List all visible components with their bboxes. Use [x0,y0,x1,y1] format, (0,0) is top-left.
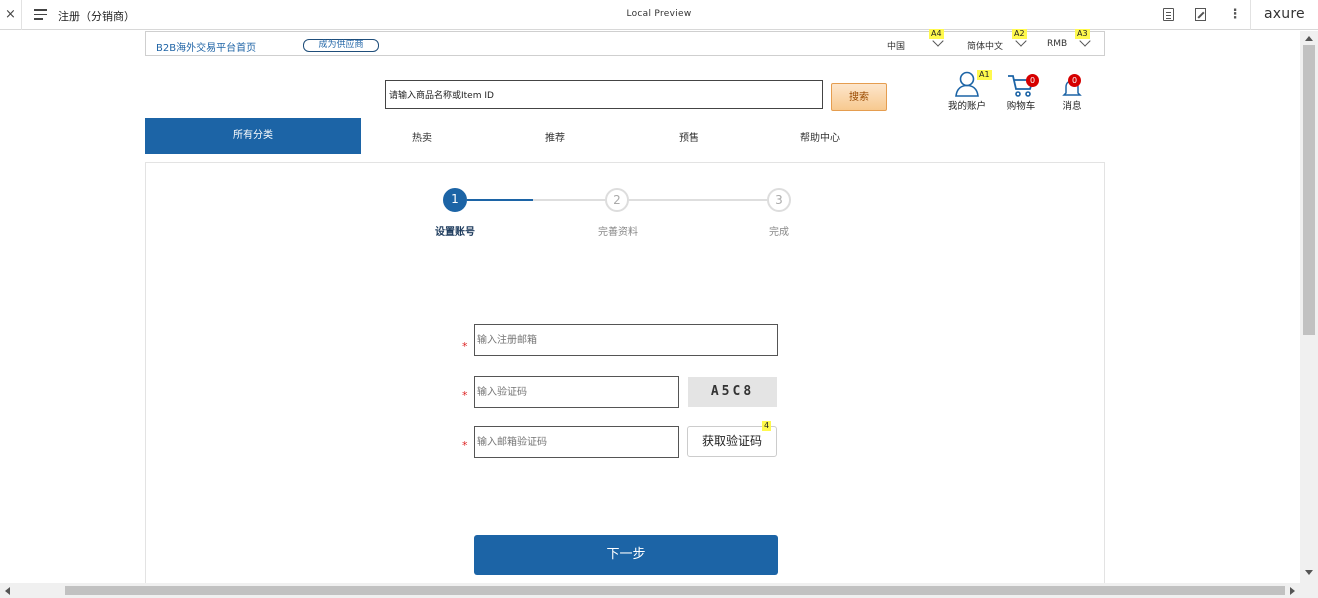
language-select-label[interactable]: 简体中文 [967,39,1003,52]
messages-label: 消息 [1062,101,1082,112]
step-2-label: 完善资料 [598,227,638,238]
message-count-badge: 0 [1068,74,1081,87]
cart-label: 购物车 [1006,101,1036,112]
progress-line-active [467,199,533,201]
more-options-icon[interactable]: ⋮ [1228,7,1242,22]
axure-logo: axure [1264,6,1305,22]
scroll-up-icon[interactable] [1305,36,1313,41]
step-1-circle: 1 [443,188,467,212]
search-input[interactable] [385,80,823,109]
annotation-marker: A3 [1075,29,1090,39]
annotation-marker: 4 [762,421,772,431]
required-mark: * [462,340,468,353]
scrollbar-thumb[interactable] [65,586,1285,595]
step-1-label: 设置账号 [435,227,475,238]
category-nav: 所有分类 热卖 推荐 预售 帮助中心 [145,118,1105,154]
home-link[interactable]: B2B海外交易平台首页 [156,39,256,54]
toolbar-divider [1250,0,1251,30]
annotation-marker: A1 [977,70,992,80]
scroll-down-icon[interactable] [1305,570,1313,575]
captcha-image[interactable]: A5C8 [688,377,777,407]
cart-count-badge: 0 [1026,74,1039,87]
app-window: × 注册（分销商） Local Preview ⋮ axure B2B海外交易平… [0,0,1318,598]
search-button[interactable]: 搜索 [831,83,887,111]
my-account-label: 我的账户 [947,101,986,112]
top-strip: B2B海外交易平台首页 成为供应商 中国 A4 简体中文 A2 RMB A3 [145,29,1105,56]
scroll-left-icon[interactable] [5,587,10,595]
captcha-field[interactable] [474,376,679,408]
nav-help-center[interactable]: 帮助中心 [800,129,840,144]
region-select-label[interactable]: 中国 [887,39,905,52]
step-3-circle: 3 [767,188,791,212]
open-in-new-icon[interactable] [1194,7,1208,22]
nav-hot-sale[interactable]: 热卖 [412,129,432,144]
email-code-field[interactable] [474,426,679,458]
scroll-right-icon[interactable] [1290,587,1295,595]
annotation-marker: A4 [929,29,944,39]
required-mark: * [462,389,468,402]
scrollbar-corner [1300,583,1318,598]
preview-toolbar: × 注册（分销商） Local Preview ⋮ axure [0,0,1318,30]
nav-presale[interactable]: 预售 [679,129,699,144]
scrollbar-thumb[interactable] [1303,45,1315,335]
vertical-scrollbar[interactable] [1300,31,1318,583]
email-field[interactable] [474,324,778,356]
become-supplier-button[interactable]: 成为供应商 [303,39,379,52]
horizontal-scrollbar[interactable] [0,583,1300,598]
nav-all-categories[interactable]: 所有分类 [145,118,361,154]
nav-recommended[interactable]: 推荐 [545,129,565,144]
preview-label: Local Preview [626,9,692,19]
annotation-marker: A2 [1012,29,1027,39]
step-2-circle: 2 [605,188,629,212]
next-step-button[interactable]: 下一步 [474,535,778,575]
currency-select-label[interactable]: RMB [1047,39,1067,49]
notes-icon[interactable] [1162,7,1176,22]
step-3-label: 完成 [769,227,789,238]
progress-line [629,199,767,201]
progress-line [533,199,605,201]
required-mark: * [462,439,468,452]
